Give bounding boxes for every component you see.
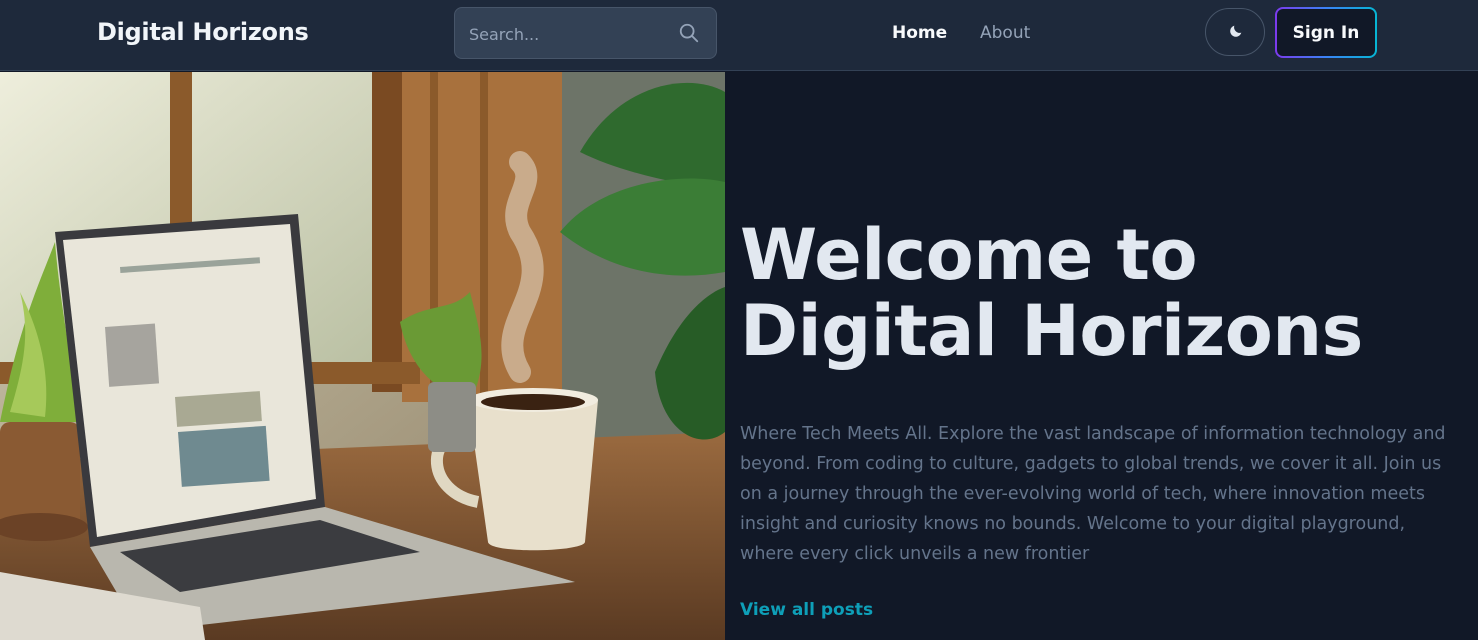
- theme-toggle-button[interactable]: [1205, 8, 1265, 56]
- hero-title: Welcome to Digital Horizons: [740, 214, 1363, 372]
- search-icon[interactable]: [678, 22, 700, 44]
- search-input[interactable]: [467, 8, 671, 60]
- hero-section: Welcome to Digital Horizons Where Tech M…: [725, 72, 1478, 640]
- nav-link-about[interactable]: About: [980, 23, 1030, 43]
- view-all-posts-link[interactable]: View all posts: [740, 600, 873, 620]
- sign-in-button[interactable]: Sign In: [1275, 7, 1377, 58]
- hero-illustration: [0, 72, 725, 640]
- hero-description: Where Tech Meets All. Explore the vast l…: [740, 424, 1446, 564]
- moon-icon: [1230, 25, 1242, 37]
- hero-image: [0, 72, 725, 640]
- nav-link-home[interactable]: Home: [892, 23, 947, 43]
- brand-logo[interactable]: Digital Horizons: [97, 18, 309, 46]
- top-navbar: Digital Horizons Home About Sign In: [0, 0, 1478, 71]
- search-box: [454, 7, 717, 60]
